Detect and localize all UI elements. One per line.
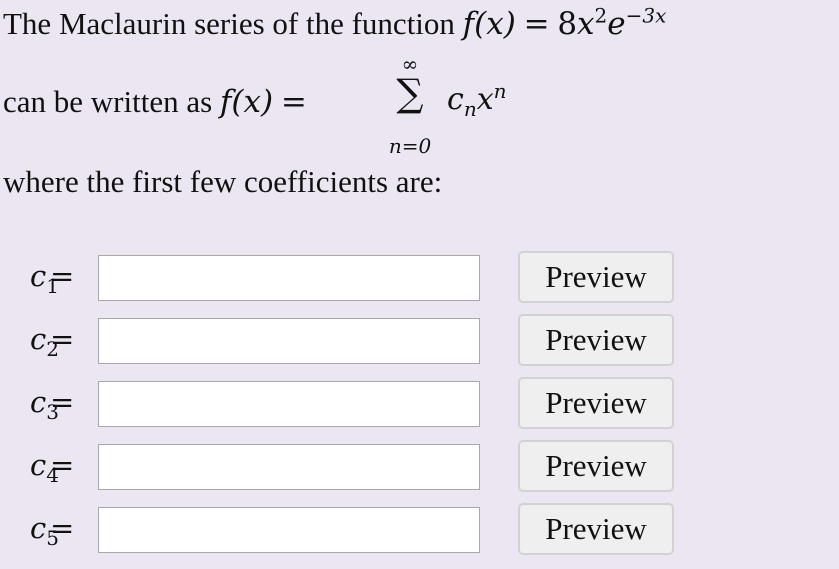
series-lhs: f(x): [219, 84, 274, 120]
answer-equals-sign: =: [50, 259, 75, 293]
summation-sigma: ∑: [396, 71, 424, 115]
term-variable: x: [476, 82, 494, 117]
preview-button-c1[interactable]: Preview: [518, 251, 674, 303]
answer-row: c5 = Preview: [0, 503, 839, 561]
coefficient-input-c4[interactable]: [98, 444, 480, 490]
answer-row: c3 = Preview: [0, 377, 839, 435]
equals-sign: =: [523, 6, 550, 42]
preview-button-c3[interactable]: Preview: [518, 377, 674, 429]
function-lhs: f(x): [462, 6, 516, 42]
answer-equals-sign: =: [50, 448, 75, 482]
summation-lower-limit: n=0: [388, 134, 432, 158]
answer-row: c1 = Preview: [0, 251, 839, 309]
coefficient-input-c5[interactable]: [98, 507, 480, 553]
summation: ∞ ∑ n=0: [380, 52, 440, 162]
function-coefficient: 8: [557, 6, 578, 42]
preview-button-c2[interactable]: Preview: [518, 314, 674, 366]
preview-button-c5[interactable]: Preview: [518, 503, 674, 555]
problem-intro-text: The Maclaurin series of the function: [3, 6, 455, 41]
answer-equals-sign: =: [50, 385, 75, 419]
function-exponential-base: e: [607, 6, 626, 42]
answer-equals-sign: =: [50, 511, 75, 545]
answer-row: c4 = Preview: [0, 440, 839, 498]
function-exponent: −3x: [625, 3, 667, 28]
problem-statement-line-2: can be written as f(x) =: [3, 84, 307, 120]
function-variable: x: [577, 6, 595, 42]
function-power: 2: [594, 3, 608, 28]
term-coefficient-subscript: n: [463, 97, 477, 121]
preview-button-c4[interactable]: Preview: [518, 440, 674, 492]
series-term: cnxn: [447, 79, 507, 119]
series-intro-text: can be written as: [3, 84, 213, 119]
term-power: n: [493, 79, 507, 103]
answer-row: c2 = Preview: [0, 314, 839, 372]
series-equals-sign: =: [280, 84, 307, 120]
answer-equals-sign: =: [50, 322, 75, 356]
term-coefficient: c: [447, 82, 464, 117]
coefficient-input-c2[interactable]: [98, 318, 480, 364]
problem-statement-line-1: The Maclaurin series of the function f(x…: [3, 6, 666, 42]
coefficient-input-c3[interactable]: [98, 381, 480, 427]
problem-statement-line-3: where the first few coefficients are:: [3, 164, 443, 199]
coefficient-input-c1[interactable]: [98, 255, 480, 301]
